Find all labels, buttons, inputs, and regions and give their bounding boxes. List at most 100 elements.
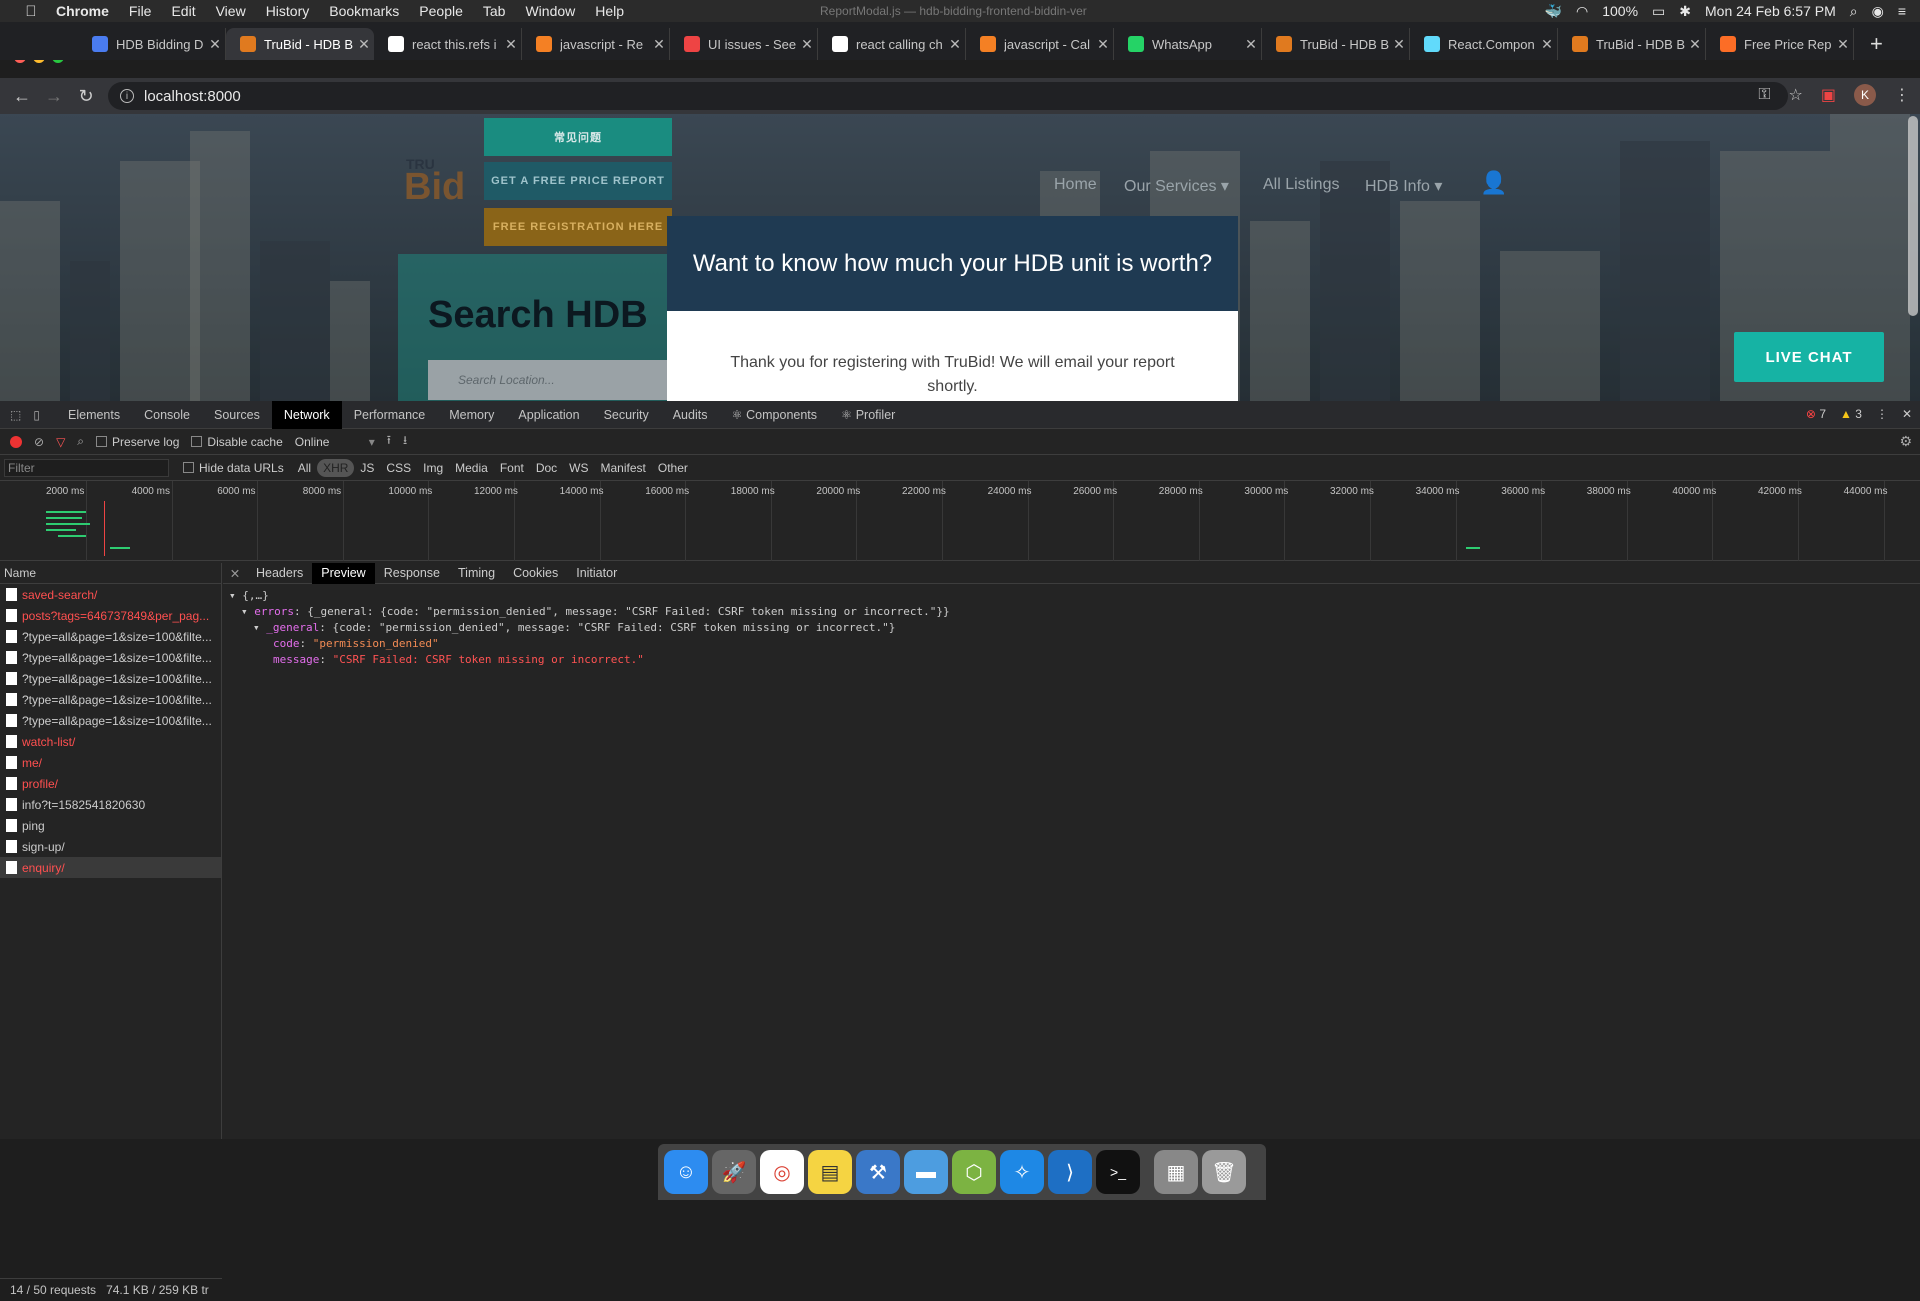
browser-tab[interactable]: react calling ch ✕ [818, 28, 966, 60]
close-tab-icon[interactable]: ✕ [649, 36, 669, 53]
reload-icon[interactable]: ↻ [70, 86, 102, 107]
close-tab-icon[interactable]: ✕ [945, 36, 965, 53]
xcode-icon[interactable]: ⚒ [856, 1150, 900, 1194]
back-icon[interactable]: ← [6, 86, 38, 107]
request-row[interactable]: ?type=all&page=1&size=100&filte... [0, 668, 221, 689]
close-tab-icon[interactable]: ✕ [1685, 36, 1705, 53]
apple-icon[interactable]:  [20, 3, 42, 20]
request-row[interactable]: ping [0, 815, 221, 836]
filter-type[interactable]: Font [494, 459, 530, 477]
close-devtools-icon[interactable]: ✕ [1902, 407, 1912, 421]
nav-our-services[interactable]: Our Services ▾ [1124, 176, 1229, 196]
warning-count[interactable]: ▲ 3 [1840, 407, 1862, 421]
nav-hdb-info[interactable]: HDB Info ▾ [1365, 176, 1442, 196]
preview-root[interactable]: ▾ {,…} [229, 588, 1914, 604]
menu-window[interactable]: Window [525, 3, 575, 19]
close-tab-icon[interactable]: ✕ [501, 36, 521, 53]
devtools-tab[interactable]: Performance [342, 401, 438, 429]
menu-view[interactable]: View [216, 3, 246, 19]
preview-general-row[interactable]: ▾ _general: {code: "permission_denied", … [229, 620, 1914, 636]
bluetooth-icon[interactable]: ✱ [1679, 3, 1691, 20]
filter-type[interactable]: Media [449, 459, 494, 477]
request-row[interactable]: info?t=1582541820630 [0, 794, 221, 815]
faq-button[interactable]: 常见问题 [484, 118, 672, 156]
close-tab-icon[interactable]: ✕ [354, 36, 374, 53]
browser-tab[interactable]: Free Price Rep ✕ [1706, 28, 1854, 60]
menu-bookmarks[interactable]: Bookmarks [329, 3, 399, 19]
filter-icon[interactable]: ▽ [56, 435, 65, 449]
vscode-icon[interactable]: ⟩ [1048, 1150, 1092, 1194]
network-settings-icon[interactable]: ⚙ [1899, 433, 1912, 450]
browser-tab[interactable]: javascript - Cal ✕ [966, 28, 1114, 60]
network-timeline[interactable]: 2000 ms 4000 ms 6000 ms 8000 ms 10000 ms 1200… [0, 481, 1920, 561]
preview-errors-row[interactable]: ▾ errors: {_general: {code: "permission_… [229, 604, 1914, 620]
browser-tab[interactable]: WhatsApp ✕ [1114, 28, 1262, 60]
detail-tab[interactable]: Cookies [504, 563, 567, 584]
trubid-logo[interactable]: TRU Bid [404, 152, 465, 209]
devtools-tab[interactable]: Memory [437, 401, 506, 429]
filter-type[interactable]: Other [652, 459, 694, 477]
new-tab-button[interactable]: + [1870, 28, 1883, 60]
menu-tab[interactable]: Tab [483, 3, 506, 19]
extension-icon[interactable]: ▣ [1821, 85, 1836, 105]
request-row[interactable]: profile/ [0, 773, 221, 794]
docker-icon[interactable]: 🐳 [1545, 3, 1562, 20]
trash-icon[interactable]: 🗑 [1202, 1150, 1246, 1194]
search-icon[interactable]: ⌕ [77, 434, 84, 449]
error-count[interactable]: ⊗ 7 [1806, 407, 1826, 421]
close-detail-icon[interactable]: ✕ [223, 566, 247, 581]
filter-type[interactable]: WS [563, 459, 594, 477]
key-icon[interactable]: ⚿ [1758, 86, 1770, 104]
request-row[interactable]: sign-up/ [0, 836, 221, 857]
browser-tab[interactable]: HDB Bidding D ✕ [78, 28, 226, 60]
import-har-icon[interactable]: ⭱ [387, 431, 391, 452]
browser-tab[interactable]: javascript - Re ✕ [522, 28, 670, 60]
request-row[interactable]: ?type=all&page=1&size=100&filte... [0, 647, 221, 668]
detail-tab[interactable]: Initiator [567, 563, 626, 584]
nav-home[interactable]: Home [1054, 176, 1097, 194]
siri-icon[interactable]: ◉ [1872, 3, 1884, 20]
request-row[interactable]: ?type=all&page=1&size=100&filte... [0, 689, 221, 710]
disable-cache-checkbox[interactable]: Disable cache [191, 435, 283, 449]
filter-type[interactable]: Doc [530, 459, 563, 477]
request-row[interactable]: enquiry/ [0, 857, 221, 878]
user-icon[interactable]: 👤 [1480, 170, 1507, 196]
address-bar[interactable]: i localhost:8000 [108, 82, 1788, 110]
live-chat-button[interactable]: LIVE CHAT [1734, 332, 1884, 382]
detail-tab[interactable]: Headers [247, 563, 312, 584]
battery-label[interactable]: 100% [1602, 3, 1638, 19]
app-menu[interactable]: Chrome [56, 3, 109, 19]
bookmark-star-icon[interactable]: ☆ [1789, 85, 1803, 105]
browser-tab[interactable]: UI issues - See ✕ [670, 28, 818, 60]
spotlight-icon[interactable]: ⌕ [1850, 3, 1858, 20]
menu-file[interactable]: File [129, 3, 152, 19]
notification-center-icon[interactable]: ≡ [1898, 3, 1906, 19]
browser-tab[interactable]: TruBid - HDB B ✕ [226, 28, 374, 60]
wifi-icon[interactable]: ◠ [1576, 3, 1588, 20]
preserve-log-checkbox[interactable]: Preserve log [96, 435, 179, 449]
airplay-icon[interactable]: ▭ [1652, 3, 1665, 20]
name-column-header[interactable]: Name [0, 563, 221, 584]
devtools-tab[interactable]: Security [592, 401, 661, 429]
photo-stack-icon[interactable]: ▦ [1154, 1150, 1198, 1194]
browser-tab[interactable]: react this.refs i ✕ [374, 28, 522, 60]
filter-type[interactable]: Manifest [595, 459, 652, 477]
menu-people[interactable]: People [419, 3, 463, 19]
request-row[interactable]: watch-list/ [0, 731, 221, 752]
close-tab-icon[interactable]: ✕ [1241, 36, 1261, 53]
devtools-menu-icon[interactable]: ⋮ [1876, 407, 1888, 421]
close-tab-icon[interactable]: ✕ [1833, 36, 1853, 53]
browser-tab[interactable]: TruBid - HDB B ✕ [1262, 28, 1410, 60]
free-price-report-button[interactable]: GET A FREE PRICE REPORT [484, 162, 672, 200]
preview-message-row[interactable]: message: "CSRF Failed: CSRF token missin… [229, 652, 1914, 668]
filter-type[interactable]: XHR [317, 458, 355, 477]
terminal-icon[interactable]: >_ [1096, 1150, 1140, 1194]
android-studio-icon[interactable]: ⬡ [952, 1150, 996, 1194]
detail-tab[interactable]: Response [375, 563, 449, 584]
devtools-tab[interactable]: Audits [661, 401, 720, 429]
finder-icon[interactable]: ☺ [664, 1150, 708, 1194]
request-row[interactable]: me/ [0, 752, 221, 773]
request-row[interactable]: ?type=all&page=1&size=100&filte... [0, 710, 221, 731]
menu-edit[interactable]: Edit [171, 3, 195, 19]
filter-type[interactable]: CSS [380, 459, 417, 477]
